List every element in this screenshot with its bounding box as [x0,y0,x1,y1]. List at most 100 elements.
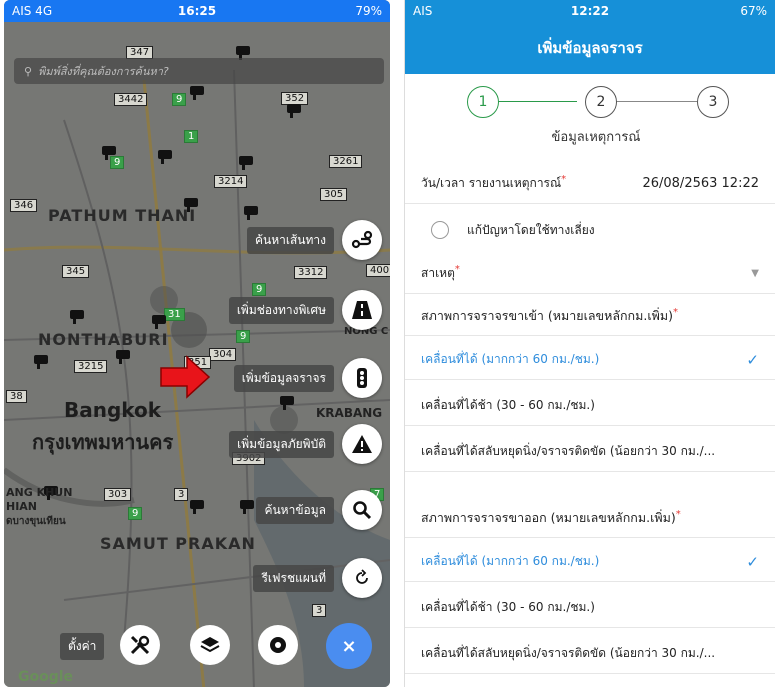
road-number: 345 [62,265,90,278]
detour-radio[interactable] [431,221,449,239]
search-icon[interactable] [342,490,382,530]
road-number: 3261 [329,155,363,168]
menu-item-special-lane[interactable]: เพิ่มช่องทางพิเศษ [228,290,382,330]
option-label: เคลื่อนที่ได้สลับหยุดนิ่ง/จราจรติดขัด (น… [421,646,716,660]
menu-label[interactable]: เพิ่มช่องทางพิเศษ [228,296,334,324]
option-label: เคลื่อนที่ได้ (มากกว่า 60 กม./ชม.) [421,554,600,568]
traffic-camera-icon[interactable] [244,206,258,220]
page-title: เพิ่มข้อมูลจราจร [405,22,775,74]
road-number: 3215 [74,360,108,373]
map-label: กรุงเทพมหานคร [32,430,174,454]
road-number: 3 [312,604,327,617]
traffic-camera-icon[interactable] [152,315,166,329]
detour-option[interactable]: แก้ปัญหาโดยใช้ทางเลี่ยง [405,210,775,250]
road-number: 9 [128,507,143,520]
traffic-light-icon[interactable] [342,358,382,398]
traffic-camera-icon[interactable] [158,150,172,164]
search-icon: ⚲ [24,64,33,78]
refresh-icon[interactable] [342,558,382,598]
layers-icon[interactable] [190,625,230,665]
road-number: 3442 [114,93,148,106]
menu-item-add-traffic[interactable]: เพิ่มข้อมูลจราจร [233,358,382,398]
map-label: HIAN [6,500,38,513]
menu-label[interactable]: ค้นหาเส้นทาง [246,226,334,254]
step-connector [493,101,577,102]
map-label: ANG KHUN [6,486,73,499]
search-placeholder: พิมพ์สิ่งที่คุณต้องการค้นหา? [38,65,169,78]
traffic-camera-icon[interactable] [116,350,130,364]
option-label: เคลื่อนที่ได้ช้า (30 - 60 กม./ชม.) [421,600,595,614]
menu-label[interactable]: เพิ่มข้อมูลภัยพิบัติ [229,430,334,458]
menu-label[interactable]: ค้นหาข้อมูล [256,496,334,524]
menu-item-refresh-map[interactable]: รีเฟรชแผนที่ [253,558,382,598]
datetime-value: 26/08/2563 12:22 [642,176,759,191]
map-label: NONTHABURI [38,330,169,349]
traffic-camera-icon[interactable] [287,104,301,118]
step-2[interactable]: 2 [585,86,617,118]
step-caption: ข้อมูลเหตุการณ์ [551,130,641,145]
traffic-camera-icon[interactable] [190,86,204,100]
menu-item-add-disaster[interactable]: เพิ่มข้อมูลภัยพิบัติ [229,424,382,464]
settings-label[interactable]: ตั้งค่า [60,633,105,660]
inbound-option[interactable]: เคลื่อนที่ได้สลับหยุดนิ่ง/จราจรติดขัด (น… [405,432,775,472]
close-menu-button[interactable]: × [326,623,372,669]
map-label: Bangkok [64,398,162,422]
option-label: เคลื่อนที่ได้ช้า (30 - 60 กม./ชม.) [421,398,595,412]
traffic-camera-icon[interactable] [190,500,204,514]
step-1[interactable]: 1 [467,86,499,118]
location-icon[interactable] [258,625,298,665]
datetime-row: วัน/เวลา รายงานเหตุการณ์* 26/08/2563 12:… [405,164,775,204]
menu-item-route[interactable]: ค้นหาเส้นทาง [246,220,382,260]
outbound-option[interactable]: เคลื่อนที่ได้ช้า (30 - 60 กม./ชม.) [405,588,775,628]
screenshot-stage: 347 3442 9 352 1 9 3261 3214 305 346 345… [0,0,779,687]
option-label: เคลื่อนที่ได้สลับหยุดนิ่ง/จราจรติดขัด (น… [421,444,716,458]
outbound-option[interactable]: เคลื่อนที่ได้ (มากกว่า 60 กม./ชม.) ✓ [405,542,775,582]
carrier-label: AIS [413,4,433,18]
menu-label[interactable]: เพิ่มข้อมูลจราจร [233,364,334,392]
menu-label[interactable]: รีเฟรชแผนที่ [253,564,334,592]
search-input[interactable]: ⚲ พิมพ์สิ่งที่คุณต้องการค้นหา? [14,58,384,84]
traffic-camera-icon[interactable] [239,156,253,170]
traffic-form-screen: AIS 12:22 67% เพิ่มข้อมูลจราจร 1 2 3 ข้อ… [404,0,775,687]
clock: 16:25 [177,4,217,18]
road-number: 38 [6,390,27,403]
status-bar: AIS 12:22 67% [405,0,775,22]
warning-icon[interactable] [342,424,382,464]
road-number: 9 [110,156,125,169]
status-bar: AIS 4G 16:25 79% [4,0,390,22]
traffic-camera-icon[interactable] [70,310,84,324]
road-number: 9 [172,93,187,106]
check-icon: ✓ [746,350,759,369]
cause-select[interactable]: สาเหตุ* ▼ [405,254,775,294]
traffic-camera-icon[interactable] [240,500,254,514]
traffic-camera-icon[interactable] [102,146,116,160]
tools-icon[interactable] [120,625,160,665]
step-3[interactable]: 3 [697,86,729,118]
road-icon[interactable] [342,290,382,330]
google-logo: Google [18,669,74,685]
road-number: 346 [10,199,38,212]
chevron-down-icon: ▼ [751,268,759,279]
menu-item-search-info[interactable]: ค้นหาข้อมูล [256,490,382,530]
map-label: KRABANG [316,406,383,420]
datetime-label: วัน/เวลา รายงานเหตุการณ์* [421,174,567,190]
road-number: 3214 [214,175,248,188]
map-label: PATHUM THANI [48,206,197,225]
road-number: 304 [209,348,237,361]
road-number: 303 [104,488,132,501]
outbound-section-label: สภาพการจราจรขาออก (หมายเลขหลักกม.เพิ่ม)* [405,498,775,538]
inbound-option[interactable]: เคลื่อนที่ได้ (มากกว่า 60 กม./ชม.) ✓ [405,340,775,380]
route-icon[interactable] [342,220,382,260]
road-number: 31 [164,308,185,321]
check-icon: ✓ [746,552,759,571]
road-number: 1 [184,130,199,143]
battery-level: 79% [355,4,382,18]
traffic-camera-icon[interactable] [34,355,48,369]
bottom-toolbar: ตั้งค่า × Google [4,623,390,687]
outbound-option[interactable]: เคลื่อนที่ได้สลับหยุดนิ่ง/จราจรติดขัด (น… [405,634,775,674]
carrier-label: AIS 4G [12,4,53,18]
inbound-option[interactable]: เคลื่อนที่ได้ช้า (30 - 60 กม./ชม.) [405,386,775,426]
road-number: 305 [320,188,348,201]
step-indicator: 1 2 3 ข้อมูลเหตุการณ์ [405,74,775,164]
traffic-camera-icon[interactable] [236,46,250,60]
